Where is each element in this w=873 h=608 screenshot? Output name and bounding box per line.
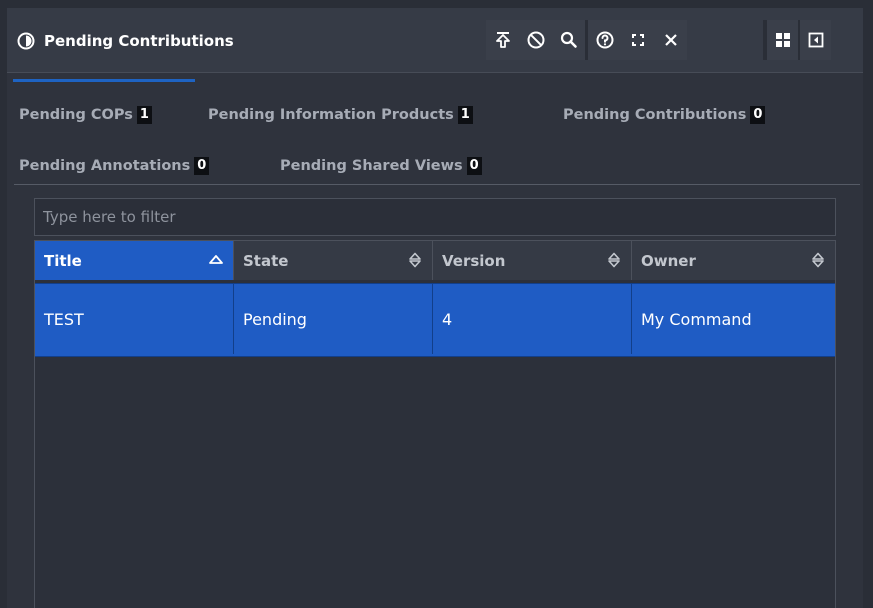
cell-state: Pending: [234, 284, 433, 354]
half-circle-icon: [17, 32, 35, 50]
column-header-version[interactable]: Version: [433, 241, 632, 280]
cancel-icon: [527, 31, 544, 49]
count-badge: 0: [750, 106, 766, 124]
filter-pending-cops[interactable]: Pending COPs 1: [19, 106, 152, 124]
dock-left-button[interactable]: [800, 20, 831, 60]
push-to-top-icon: [495, 32, 510, 48]
column-header-title[interactable]: Title: [35, 241, 234, 280]
close-button[interactable]: [654, 20, 687, 60]
table-header: Title State Version Owner: [35, 241, 835, 280]
toolbar-group-layout: [763, 20, 831, 60]
push-to-top-button[interactable]: [486, 20, 519, 60]
column-label: Version: [442, 251, 506, 270]
active-tab-indicator: [13, 79, 195, 82]
column-header-owner[interactable]: Owner: [632, 241, 835, 280]
expand-button[interactable]: [621, 20, 654, 60]
count-badge: 0: [466, 157, 482, 175]
filter-pending-shared-views[interactable]: Pending Shared Views 0: [280, 157, 482, 175]
close-icon: [664, 34, 677, 46]
section-divider: [14, 184, 860, 185]
cell-version: 4: [433, 284, 632, 354]
panel-title: Pending Contributions: [17, 31, 234, 51]
filter-pending-annotations[interactable]: Pending Annotations 0: [19, 157, 210, 175]
expand-icon: [631, 34, 644, 46]
help-icon: [596, 31, 613, 49]
pending-contributions-panel: Pending Contributions Pending COPs 1 Pen…: [7, 8, 863, 608]
contributions-table: Title State Version Owner TEST Pending 4…: [34, 240, 836, 608]
cell-owner: My Command: [641, 309, 752, 329]
pending-filter-tabs: Pending COPs 1 Pending Information Produ…: [7, 86, 863, 184]
column-label: State: [243, 251, 289, 270]
filter-label: Pending COPs: [19, 107, 133, 123]
cell-title: TEST: [35, 284, 234, 354]
filter-input[interactable]: [34, 198, 836, 236]
grid-layout-button[interactable]: [767, 20, 798, 60]
toolbar-group-actions: [486, 20, 687, 60]
filter-label: Pending Annotations: [19, 158, 191, 174]
filter-label: Pending Contributions: [563, 107, 747, 123]
filter-label: Pending Shared Views: [280, 158, 463, 174]
count-badge: 1: [457, 106, 473, 124]
filter-pending-contributions[interactable]: Pending Contributions 0: [563, 106, 766, 124]
sort-ascending-icon: [209, 255, 223, 264]
search-button[interactable]: [552, 20, 585, 60]
column-header-state[interactable]: State: [234, 241, 433, 280]
dock-left-icon: [808, 32, 823, 48]
sort-both-icon: [608, 252, 620, 268]
search-icon: [560, 31, 577, 48]
table-row[interactable]: TEST Pending 4 My Command: [35, 283, 835, 357]
panel-title-text: Pending Contributions: [44, 32, 234, 50]
filter-label: Pending Information Products: [208, 107, 454, 123]
count-badge: 1: [136, 106, 152, 124]
panel-titlebar: Pending Contributions: [7, 8, 863, 73]
cancel-button[interactable]: [519, 20, 552, 60]
filter-pending-information-products[interactable]: Pending Information Products 1: [208, 106, 473, 124]
count-badge: 0: [194, 157, 210, 175]
column-label: Title: [44, 251, 82, 270]
sort-both-icon: [409, 252, 421, 268]
help-button[interactable]: [588, 20, 621, 60]
grid-layout-icon: [775, 33, 790, 47]
column-label: Owner: [641, 251, 696, 270]
sort-both-icon: [812, 252, 824, 268]
